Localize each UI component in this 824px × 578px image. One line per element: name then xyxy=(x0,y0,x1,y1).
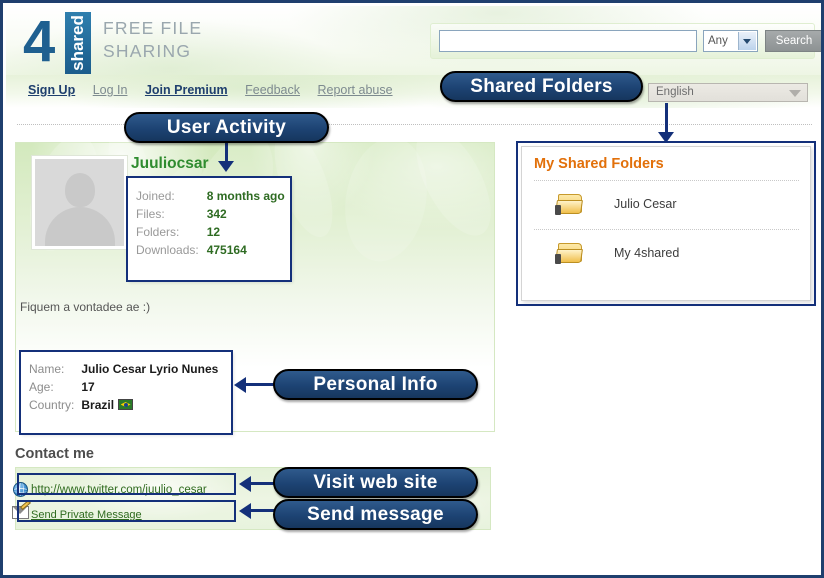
arrow-down-icon xyxy=(218,161,234,172)
arrow-left-icon xyxy=(239,503,251,519)
nav-item-feedback[interactable]: Feedback xyxy=(245,83,300,97)
logo-digit: 4 xyxy=(23,9,55,74)
arrow-left-icon xyxy=(234,377,246,393)
leader-line xyxy=(246,383,276,386)
callout-personal-info: Personal Info xyxy=(273,369,478,400)
personal-value-country: Brazil xyxy=(81,396,218,414)
contact-section-title: Contact me xyxy=(15,446,94,462)
personal-label: Age: xyxy=(29,380,54,394)
stat-value: 475164 xyxy=(206,243,247,257)
chevron-down-icon[interactable] xyxy=(738,32,756,50)
search-type-value: Any xyxy=(708,35,728,47)
search-input[interactable] xyxy=(439,30,697,52)
website-link[interactable]: http://www.twitter.com/juulio_cesar xyxy=(31,484,207,496)
shared-folders-title: My Shared Folders xyxy=(534,156,664,172)
nav-item-join-premium[interactable]: Join Premium xyxy=(145,83,228,97)
logo-tagline: FREE FILE SHARING xyxy=(103,17,202,63)
logo-shared-bar: shared xyxy=(65,12,91,74)
personal-value: Julio Cesar Lyrio Nunes xyxy=(81,362,219,376)
profile-bio: Fiquem a vontadee ae :) xyxy=(20,300,151,314)
personal-info-box: Name: Julio Cesar Lyrio Nunes Age: 17 Co… xyxy=(20,351,232,434)
table-row: Joined: 8 months ago xyxy=(136,187,285,205)
stat-value: 12 xyxy=(206,225,221,239)
list-item[interactable]: My 4shared xyxy=(534,232,799,277)
arrow-left-icon xyxy=(239,476,251,492)
globe-icon xyxy=(13,482,28,497)
personal-info-table: Name: Julio Cesar Lyrio Nunes Age: 17 Co… xyxy=(29,360,218,414)
stat-value: 342 xyxy=(206,207,227,221)
logo-shared-word: shared xyxy=(68,15,87,71)
language-select-value: English xyxy=(656,86,694,98)
profile-username: Juuliocsar xyxy=(131,155,209,172)
callout-shared-folders: Shared Folders xyxy=(440,71,643,102)
tagline-line-2: SHARING xyxy=(103,41,192,61)
table-row: Folders: 12 xyxy=(136,223,285,241)
table-row: Downloads: 475164 xyxy=(136,241,285,259)
list-item[interactable]: Julio Cesar xyxy=(534,183,799,228)
folder-icon xyxy=(555,243,584,265)
table-row: Country: Brazil xyxy=(29,396,218,414)
personal-label: Country: xyxy=(29,398,75,412)
personal-label: Name: xyxy=(29,362,65,376)
callout-visit-web-site: Visit web site xyxy=(273,467,478,498)
send-private-message-link[interactable]: Send Private Message xyxy=(31,509,142,521)
country-name: Brazil xyxy=(81,398,115,412)
envelope-icon xyxy=(12,499,31,519)
shared-folders-panel: My Shared Folders Julio Cesar My 4shared xyxy=(521,146,811,301)
avatar xyxy=(32,156,127,249)
language-select[interactable]: English xyxy=(648,83,808,102)
chevron-down-icon[interactable] xyxy=(789,90,801,97)
send-message-row: Send Private Message xyxy=(12,499,142,521)
tagline-line-1: FREE FILE xyxy=(103,18,203,38)
search-button[interactable]: Search xyxy=(765,30,821,52)
website-link-row: http://www.twitter.com/juulio_cesar xyxy=(13,482,207,497)
search-bar: Any Search xyxy=(430,23,821,59)
callout-user-activity: User Activity xyxy=(124,112,329,143)
avatar-head xyxy=(65,173,95,207)
stat-label: Files: xyxy=(136,207,165,221)
divider xyxy=(534,180,799,181)
leader-line xyxy=(665,103,668,135)
table-row: Files: 342 xyxy=(136,205,285,223)
nav-item-log-in[interactable]: Log In xyxy=(93,83,128,97)
stat-label: Folders: xyxy=(136,225,180,239)
stat-label: Joined: xyxy=(136,189,175,203)
site-header: 4 shared FREE FILE SHARING Any Search xyxy=(6,6,821,75)
avatar-body xyxy=(45,207,115,246)
personal-value: 17 xyxy=(81,380,95,394)
table-row: Name: Julio Cesar Lyrio Nunes xyxy=(29,360,218,378)
search-type-select[interactable]: Any xyxy=(703,30,758,52)
site-logo[interactable]: 4 shared FREE FILE SHARING xyxy=(23,9,313,74)
folder-name[interactable]: Julio Cesar xyxy=(614,197,677,211)
arrow-down-icon xyxy=(658,132,674,143)
nav-item-report-abuse[interactable]: Report abuse xyxy=(318,83,393,97)
folder-icon xyxy=(555,194,584,216)
nav-item-sign-up[interactable]: Sign Up xyxy=(28,83,75,97)
brazil-flag-icon xyxy=(118,399,134,410)
nav-links: Sign Up Log In Join Premium Feedback Rep… xyxy=(28,83,407,97)
callout-send-message: Send message xyxy=(273,499,478,530)
divider xyxy=(534,229,799,230)
page-root: 4 shared FREE FILE SHARING Any Search Si… xyxy=(0,0,824,578)
user-activity-table: Joined: 8 months ago Files: 342 Folders:… xyxy=(136,187,285,259)
folder-name[interactable]: My 4shared xyxy=(614,246,679,260)
table-row: Age: 17 xyxy=(29,378,218,396)
stat-label: Downloads: xyxy=(136,243,199,257)
user-activity-box: Joined: 8 months ago Files: 342 Folders:… xyxy=(127,177,291,281)
stat-value: 8 months ago xyxy=(206,189,285,203)
